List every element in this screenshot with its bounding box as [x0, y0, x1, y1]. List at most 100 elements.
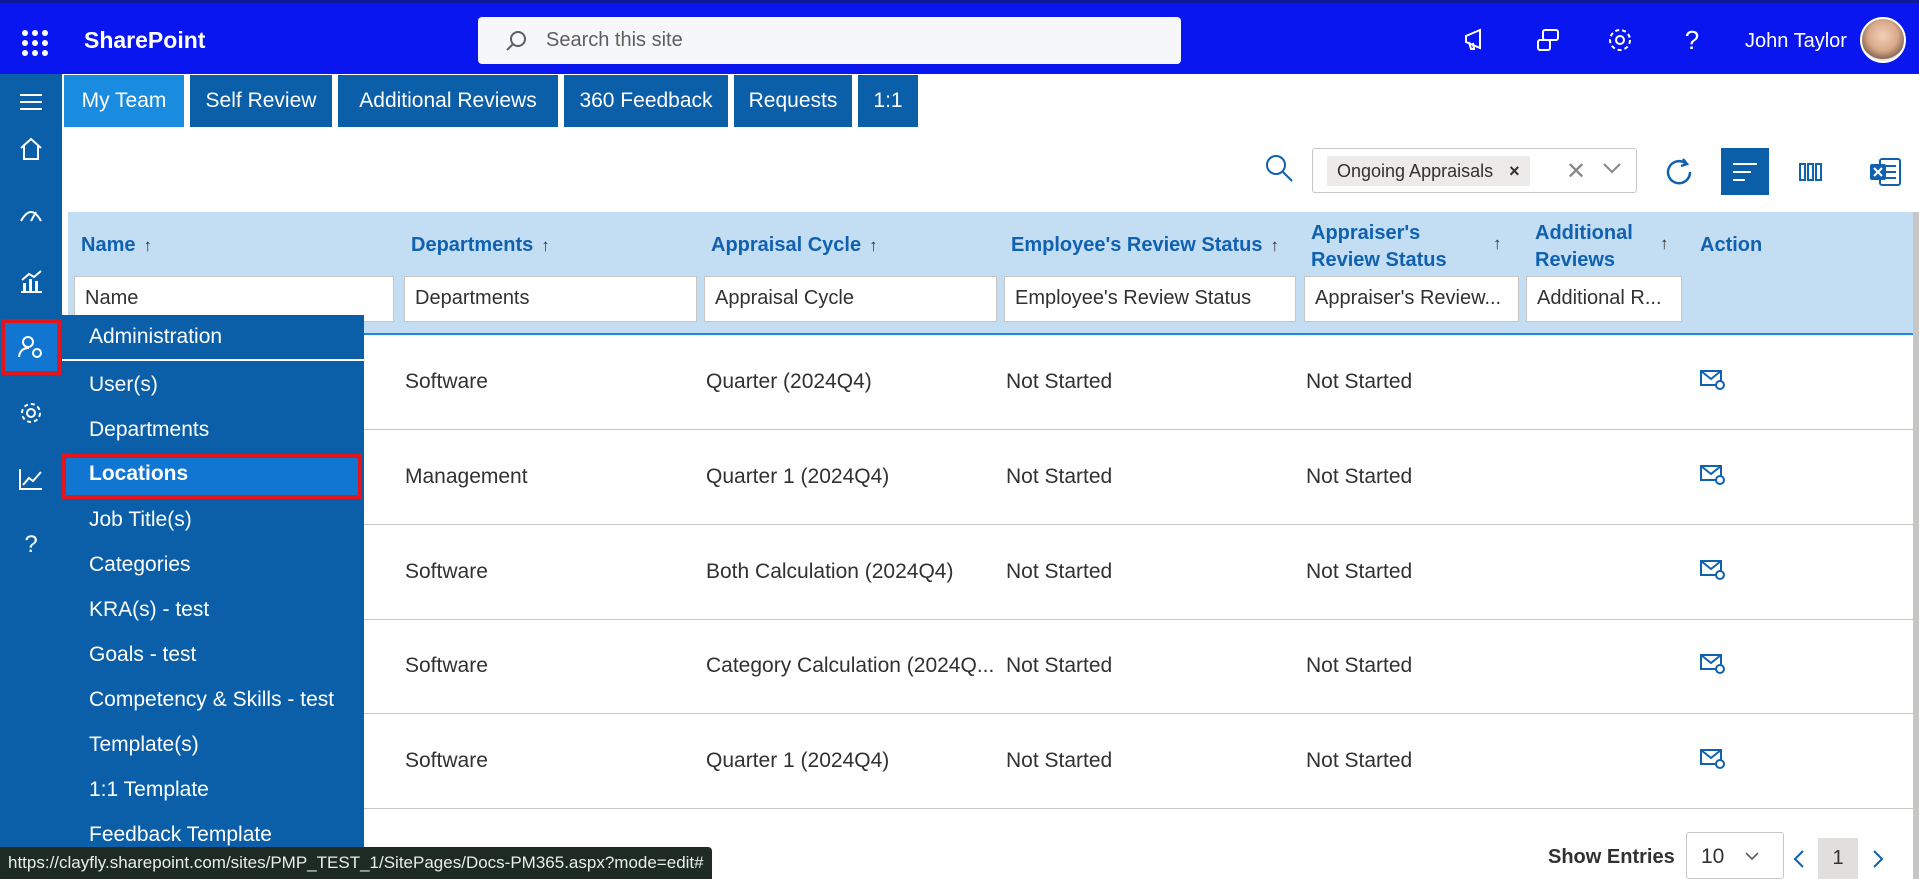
excel-export-icon[interactable] [1861, 148, 1909, 195]
gear-icon[interactable] [1603, 23, 1637, 57]
column-header-appraiser-review-status[interactable]: Appraiser's Review Status [1311, 220, 1447, 274]
appraiser-status-cell: Not Started [1306, 749, 1413, 772]
column-header-employee-review-status[interactable]: Employee's Review Status ↑ [1011, 232, 1279, 259]
tab-one-on-one[interactable]: 1:1 [858, 75, 918, 127]
sort-arrow-icon[interactable]: ↑ [143, 236, 152, 255]
sort-arrow-icon[interactable]: ↑ [541, 236, 550, 255]
trend-chart-icon[interactable] [0, 451, 62, 507]
tab-requests[interactable]: Requests [734, 75, 852, 127]
sort-arrow-icon[interactable]: ↑ [869, 236, 878, 255]
tab-additional-reviews[interactable]: Additional Reviews [338, 75, 558, 127]
send-mail-icon[interactable] [1700, 748, 1726, 770]
appraisal-cycle-cell: Quarter 1 (2024Q4) [706, 465, 890, 488]
employee-status-cell: Not Started [1006, 560, 1113, 583]
next-page-icon[interactable] [1866, 838, 1890, 879]
avatar[interactable] [1860, 17, 1906, 63]
site-search-box[interactable] [478, 17, 1181, 64]
department-cell: Software [405, 654, 488, 677]
menu-item-one-on-one-template[interactable]: 1:1 Template [89, 778, 209, 802]
employee-status-cell: Not Started [1006, 654, 1113, 677]
department-cell: Management [405, 465, 528, 488]
send-mail-icon[interactable] [1700, 559, 1726, 581]
analytics-chart-icon[interactable] [0, 253, 62, 309]
app-launcher-icon[interactable] [22, 30, 48, 56]
menu-title: Administration [89, 325, 223, 348]
clear-icon[interactable]: ✕ [1566, 157, 1586, 186]
menu-item-job-titles[interactable]: Job Title(s) [89, 508, 192, 532]
teams-icon[interactable] [1531, 23, 1565, 57]
filter-input-appraisal-cycle[interactable]: Appraisal Cycle [704, 276, 997, 322]
appraisal-cycle-cell: Both Calculation (2024Q4) [706, 560, 954, 583]
dashboard-gauge-icon[interactable] [0, 187, 62, 243]
filter-chip-label: Ongoing Appraisals [1337, 160, 1494, 181]
send-mail-icon[interactable] [1700, 464, 1726, 486]
menu-item-locations[interactable]: Locations [62, 454, 362, 499]
app-title[interactable]: SharePoint [84, 27, 205, 54]
refresh-icon[interactable] [1655, 148, 1703, 195]
department-cell: Software [405, 560, 488, 583]
column-view-icon[interactable] [1787, 148, 1835, 195]
table-search-icon[interactable] [1264, 153, 1294, 188]
filter-chip: Ongoing Appraisals × [1327, 156, 1530, 186]
send-mail-icon[interactable] [1700, 653, 1726, 675]
appraiser-status-cell: Not Started [1306, 465, 1413, 488]
sort-arrow-icon[interactable]: ↑ [1271, 236, 1280, 255]
settings-gear-icon[interactable] [0, 385, 62, 441]
help-icon[interactable]: ? [1675, 23, 1709, 57]
filter-input-departments[interactable]: Departments [404, 276, 697, 322]
chip-remove-icon[interactable]: × [1509, 161, 1520, 182]
megaphone-icon[interactable] [1459, 23, 1493, 57]
chevron-down-icon[interactable] [1602, 161, 1622, 175]
tab-360-feedback[interactable]: 360 Feedback [564, 75, 728, 127]
show-entries-label: Show Entries [1548, 846, 1675, 868]
menu-item-kras[interactable]: KRA(s) - test [89, 598, 209, 622]
filter-input-appraiser-status[interactable]: Appraiser's Review... [1304, 276, 1519, 322]
appraiser-status-cell: Not Started [1306, 560, 1413, 583]
appraisal-cycle-cell: Quarter (2024Q4) [706, 370, 872, 393]
column-header-departments[interactable]: Departments ↑ [411, 232, 550, 259]
filter-input-employee-status[interactable]: Employee's Review Status [1004, 276, 1296, 322]
column-header-appraisal-cycle[interactable]: Appraisal Cycle ↑ [711, 232, 878, 259]
administration-flyout-menu: Administration User(s) Departments Locat… [62, 315, 364, 879]
search-icon [506, 30, 526, 51]
send-mail-icon[interactable] [1700, 369, 1726, 391]
prev-page-icon[interactable] [1787, 838, 1811, 879]
menu-item-templates[interactable]: Template(s) [89, 733, 199, 757]
appraisal-cycle-cell: Category Calculation (2024Q... [706, 654, 995, 677]
link-status-bar: https://clayfly.sharepoint.com/sites/PMP… [0, 847, 712, 879]
current-page[interactable]: 1 [1818, 838, 1858, 879]
tab-my-team[interactable]: My Team [64, 75, 184, 127]
menu-item-users[interactable]: User(s) [89, 373, 158, 397]
sort-arrow-icon[interactable]: ↑ [1660, 234, 1669, 254]
employee-status-cell: Not Started [1006, 370, 1113, 393]
filter-input-additional-reviews[interactable]: Additional R... [1526, 276, 1682, 322]
column-header-name[interactable]: Name ↑ [81, 232, 152, 259]
menu-item-label: Locations [89, 462, 189, 485]
department-cell: Software [405, 370, 488, 393]
employee-status-cell: Not Started [1006, 465, 1113, 488]
scrollbar[interactable] [1913, 212, 1919, 879]
sort-arrow-icon[interactable]: ↑ [1493, 234, 1502, 254]
user-name[interactable]: John Taylor [1745, 30, 1847, 53]
employee-status-cell: Not Started [1006, 749, 1113, 772]
menu-item-goals[interactable]: Goals - test [89, 643, 196, 667]
menu-item-competency-skills[interactable]: Competency & Skills - test [89, 688, 334, 712]
home-icon[interactable] [0, 121, 62, 177]
search-input[interactable] [546, 29, 1146, 52]
appraisal-cycle-cell: Quarter 1 (2024Q4) [706, 749, 890, 772]
page-size-select[interactable]: 10 [1686, 832, 1784, 879]
help-icon[interactable]: ? [0, 517, 62, 573]
menu-item-categories[interactable]: Categories [89, 553, 191, 577]
tab-self-review[interactable]: Self Review [190, 75, 332, 127]
suite-header: SharePoint ? John Taylor [0, 0, 1919, 74]
menu-divider [62, 359, 364, 361]
status-filter-dropdown[interactable]: Ongoing Appraisals × ✕ [1312, 148, 1637, 193]
menu-item-departments[interactable]: Departments [89, 418, 209, 442]
list-view-icon[interactable] [1721, 148, 1769, 195]
column-header-additional-reviews[interactable]: Additional Reviews [1535, 220, 1633, 274]
appraiser-status-cell: Not Started [1306, 654, 1413, 677]
admin-user-settings-icon[interactable] [1, 319, 61, 375]
column-header-action: Action [1700, 234, 1763, 256]
menu-item-feedback-template[interactable]: Feedback Template [89, 823, 272, 847]
chevron-down-icon [1745, 852, 1759, 861]
